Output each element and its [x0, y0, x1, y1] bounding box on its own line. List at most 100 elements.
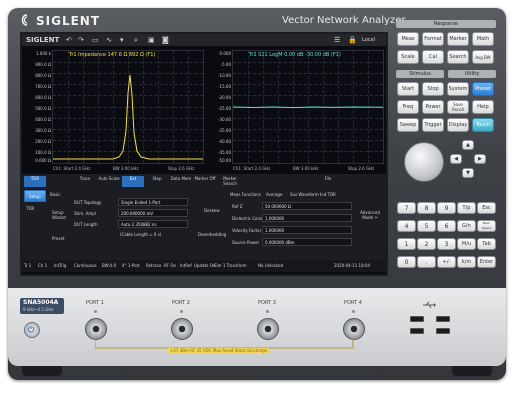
key-dot[interactable]: .: [417, 256, 436, 268]
key-1[interactable]: 1: [397, 238, 416, 250]
search-key[interactable]: Search: [447, 50, 469, 64]
velocity-field[interactable]: 1.000000: [262, 226, 352, 234]
key-k-m[interactable]: k/m: [457, 256, 476, 268]
key-7[interactable]: 7: [397, 202, 416, 214]
preset-button[interactable]: Preset: [52, 236, 64, 241]
usb-port[interactable]: [410, 316, 424, 322]
tab-data-mem[interactable]: Data Mem: [170, 176, 192, 187]
key-enter[interactable]: Enter: [477, 256, 496, 268]
sidebar-tdr[interactable]: TDR: [26, 206, 34, 211]
tab-marker-search[interactable]: Marker Search: [218, 176, 242, 187]
format-key[interactable]: Format: [422, 32, 444, 46]
scale-key[interactable]: Scale: [397, 50, 419, 64]
redo-icon[interactable]: ↷: [78, 36, 84, 44]
start-key[interactable]: Start: [397, 82, 419, 96]
key-backspace[interactable]: Back Space: [477, 220, 496, 232]
stop-key[interactable]: Stop: [422, 82, 444, 96]
key-plus-minus[interactable]: +/-: [437, 256, 456, 268]
ind-tdr-tab[interactable]: Ind TDR: [320, 192, 336, 197]
usb-port[interactable]: [436, 328, 450, 334]
deskew-button[interactable]: Deskew: [204, 208, 220, 213]
key-t-p[interactable]: T/p: [457, 202, 476, 214]
ref-z-field[interactable]: 50.000000 Ω: [262, 202, 352, 210]
arrow-down-icon[interactable]: ▼: [462, 168, 474, 178]
sidebar-setup[interactable]: Setup: [24, 190, 46, 202]
marker-key[interactable]: Marker: [447, 32, 469, 46]
key-4[interactable]: 4: [397, 220, 416, 232]
trace-icon[interactable]: ∿: [106, 36, 112, 44]
touch-key[interactable]: Touch: [472, 118, 494, 132]
source-power-field[interactable]: 0.000000 dBm: [262, 238, 352, 246]
tab-marker-off[interactable]: Marker Off: [194, 176, 216, 187]
s11-plot[interactable]: Tr2 S11 LogM 0.00 dB -30.00 dB (F1) 0.00…: [218, 50, 384, 171]
screenshot-icon[interactable]: ◙: [162, 36, 169, 44]
key-6[interactable]: 6: [437, 220, 456, 232]
port-1-connector[interactable]: [85, 318, 107, 340]
key-5[interactable]: 5: [417, 220, 436, 232]
y-tick: 0.000 Ω: [35, 158, 51, 163]
key-8[interactable]: 8: [417, 202, 436, 214]
arrow-right-icon[interactable]: ▶: [474, 154, 486, 164]
model-badge: SNA5004A 9 kHz~4.5 GHz: [20, 298, 64, 314]
deembedding-button[interactable]: Deembedding: [198, 232, 226, 237]
key-0[interactable]: 0: [397, 256, 416, 268]
tab-file[interactable]: File: [318, 176, 338, 187]
dut-topology-field[interactable]: Single Ended 1-Port: [118, 198, 188, 206]
dielectric-field[interactable]: 1.000000: [262, 214, 352, 222]
marker-icon[interactable]: ▾: [120, 36, 124, 44]
avg-bw-key[interactable]: Avg BW: [472, 50, 494, 64]
system-key[interactable]: System: [447, 82, 469, 96]
rotary-knob[interactable]: [404, 142, 444, 182]
port-1-label: PORT 1: [86, 300, 104, 306]
key-9[interactable]: 9: [437, 202, 456, 214]
undo-icon[interactable]: ↶: [66, 36, 72, 44]
y-tick: 300.0 Ω: [35, 128, 51, 133]
port-3-connector[interactable]: [257, 318, 279, 340]
math-key[interactable]: Math: [472, 32, 494, 46]
key-m-u[interactable]: M/u: [457, 238, 476, 250]
y-tick: 400.0 Ω: [35, 117, 51, 122]
advanced-mode-button[interactable]: Advanced Mode >: [356, 210, 384, 220]
setup-wizard-button[interactable]: Setup Wizard: [52, 210, 72, 220]
sweep-key[interactable]: Sweep: [397, 118, 419, 132]
port-3-led: [266, 310, 269, 313]
cal-key[interactable]: Cal: [422, 50, 444, 64]
port-4-connector[interactable]: [343, 318, 365, 340]
usb-port[interactable]: [436, 316, 450, 322]
meas-key[interactable]: Meas: [397, 32, 419, 46]
key-3[interactable]: 3: [437, 238, 456, 250]
key-esc[interactable]: Esc: [477, 202, 496, 214]
key-tab[interactable]: Tab: [477, 238, 496, 250]
save-icon[interactable]: ▣: [148, 36, 155, 44]
tab-ext[interactable]: Ext: [122, 176, 144, 187]
arrow-left-icon[interactable]: ◀: [450, 154, 462, 164]
power-key[interactable]: Power: [422, 100, 444, 114]
sus-waveform-tab[interactable]: Sus Waveform: [290, 192, 319, 197]
average-tab[interactable]: Average: [266, 192, 282, 197]
impedance-plot[interactable]: Tr1 Impedance 147.6 Ω 892 Ω (F1) 1.000 k…: [35, 50, 204, 171]
y-tick: 600.0 Ω: [35, 95, 51, 100]
key-2[interactable]: 2: [417, 238, 436, 250]
help-key[interactable]: Help: [472, 100, 494, 114]
menu-icon[interactable]: ☰: [334, 36, 340, 44]
display-key[interactable]: Display: [447, 118, 469, 132]
tab-tdr[interactable]: TDR: [24, 176, 46, 187]
dut-length-field[interactable]: Auto 2.350882 ns: [118, 220, 188, 228]
channel-icon[interactable]: ▭: [92, 36, 99, 44]
meas-functions-tab[interactable]: Meas Functions: [230, 192, 261, 197]
tab-step[interactable]: Step: [146, 176, 168, 187]
freq-key[interactable]: Freq: [397, 100, 419, 114]
lock-icon[interactable]: 🔒: [348, 36, 357, 44]
tab-trace[interactable]: Trace: [74, 176, 96, 187]
usb-port[interactable]: [410, 328, 424, 334]
tab-auto-scale[interactable]: Auto Scale: [98, 176, 120, 187]
port-2-connector[interactable]: [171, 318, 193, 340]
port-2-label: PORT 2: [172, 300, 190, 306]
trigger-key[interactable]: Trigger: [422, 118, 444, 132]
zoom-icon[interactable]: ⌕: [134, 36, 138, 44]
save-recall-key[interactable]: Save Recall: [447, 100, 469, 114]
arrow-up-icon[interactable]: ▲: [462, 140, 474, 150]
key-g-n[interactable]: G/n: [457, 220, 476, 232]
stim-ampl-field[interactable]: 200.000000 mV: [118, 209, 188, 217]
preset-key[interactable]: Preset: [472, 82, 494, 96]
